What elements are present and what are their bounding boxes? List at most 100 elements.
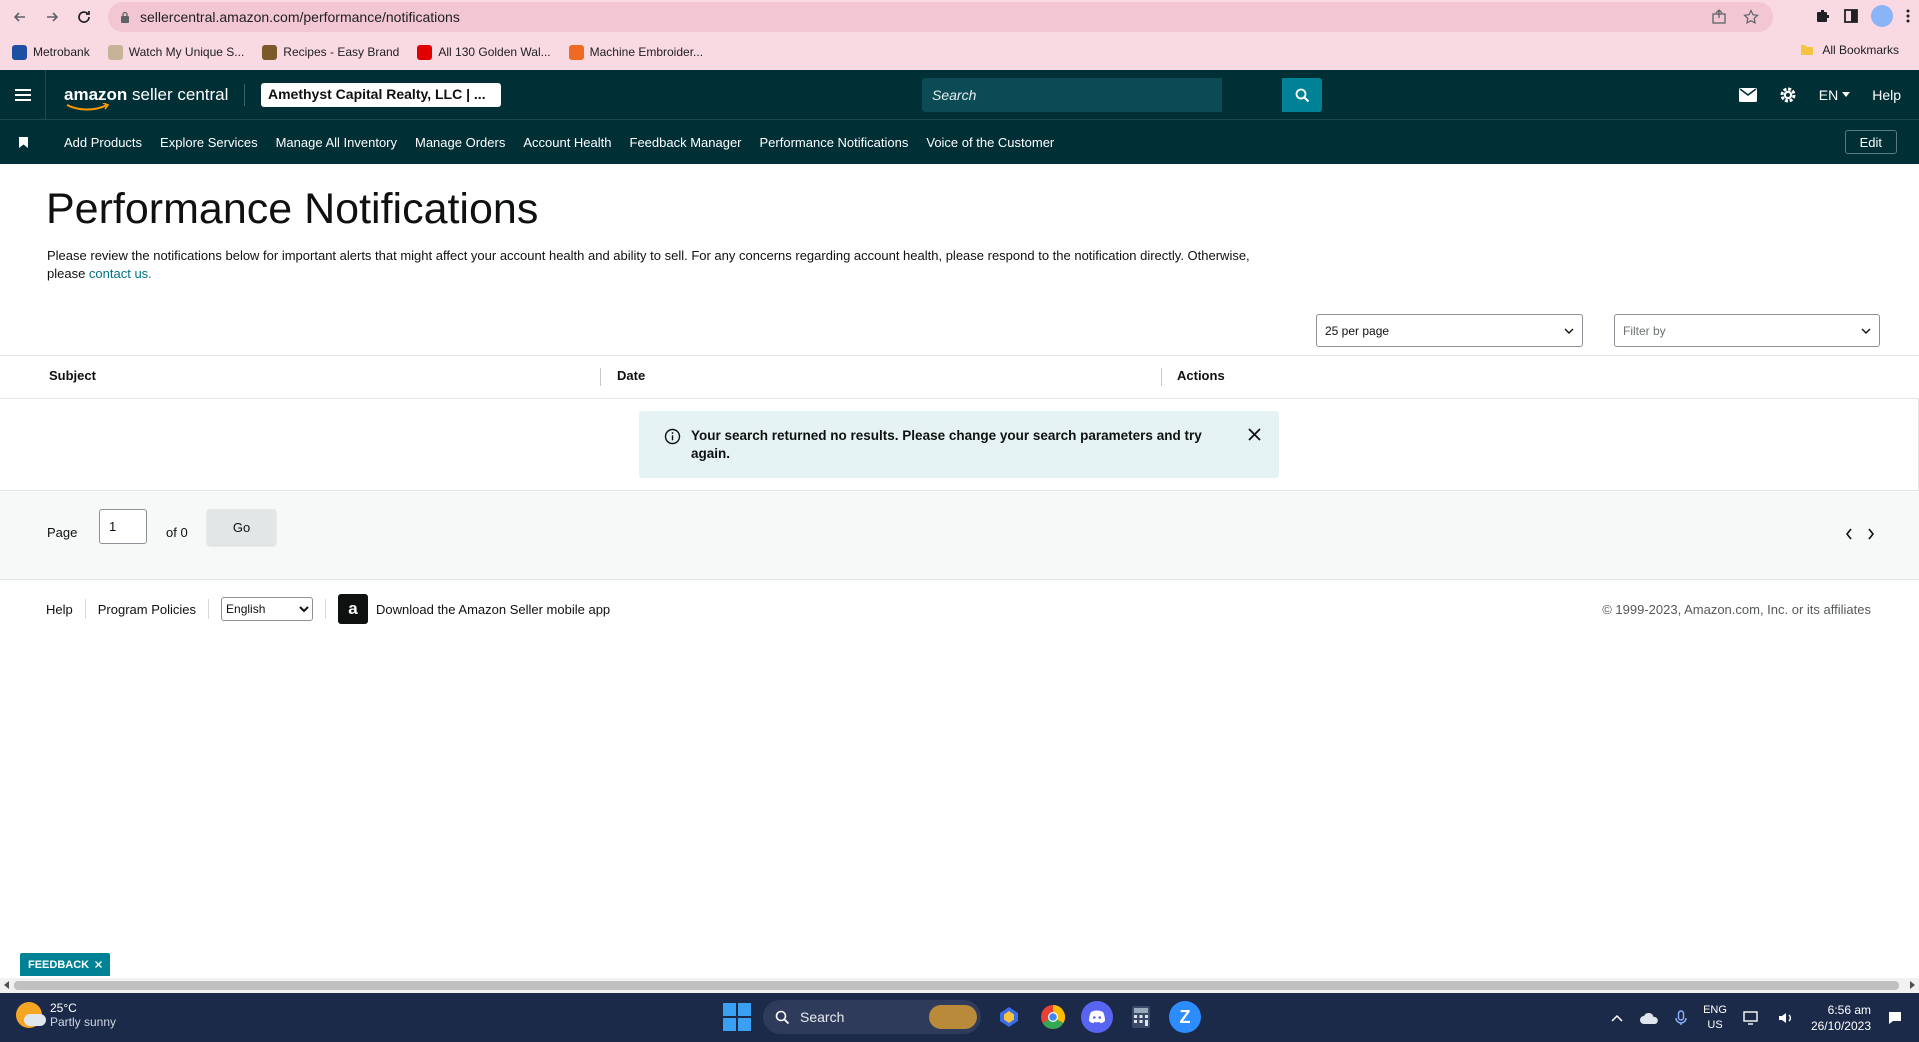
- microphone-icon[interactable]: [1675, 1009, 1687, 1026]
- amazon-seller-central-logo[interactable]: amazon seller central: [64, 85, 228, 110]
- bookmark-icon: [18, 136, 28, 148]
- page-total: of 0: [166, 525, 188, 540]
- feedback-tab[interactable]: FEEDBACK: [20, 953, 111, 976]
- arrow-right-icon: [47, 12, 59, 22]
- chevron-up-icon[interactable]: [1611, 1014, 1623, 1022]
- edit-nav-button[interactable]: Edit: [1844, 130, 1897, 154]
- app-icon-photos[interactable]: [993, 1001, 1025, 1033]
- seller-central-header: amazon seller central Amethyst Capital R…: [0, 70, 1919, 119]
- pagination-bar: Page of 0 Go: [0, 492, 1919, 580]
- search-input[interactable]: [932, 87, 1222, 103]
- youtube-icon: [417, 44, 433, 60]
- scroll-left-arrow-icon[interactable]: [4, 981, 9, 989]
- per-page-select[interactable]: 25 per page: [1316, 314, 1583, 347]
- contact-us-link[interactable]: contact us.: [89, 266, 152, 281]
- search-button[interactable]: [1282, 78, 1322, 112]
- copyright-text: © 1999-2023, Amazon.com, Inc. or its aff…: [1602, 601, 1871, 617]
- hamburger-menu-button[interactable]: [0, 70, 46, 119]
- side-panel-icon[interactable]: [1843, 8, 1859, 24]
- all-bookmarks[interactable]: All Bookmarks: [1800, 43, 1899, 57]
- forward-button[interactable]: [36, 1, 68, 33]
- bookmark-favicon-icon: [262, 44, 278, 60]
- lock-icon: [121, 11, 129, 23]
- onedrive-icon[interactable]: [1639, 1011, 1659, 1025]
- app-icon-discord[interactable]: [1081, 1001, 1113, 1033]
- network-icon[interactable]: [1743, 1010, 1761, 1026]
- chevron-down-icon: [1564, 328, 1574, 334]
- input-language-indicator[interactable]: ENG US: [1703, 1003, 1727, 1033]
- help-link[interactable]: Help: [1872, 87, 1901, 103]
- bookmark-item[interactable]: All 130 Golden Wal...: [417, 44, 551, 60]
- share-icon[interactable]: [1711, 9, 1727, 25]
- profile-avatar[interactable]: [1871, 5, 1893, 27]
- weather-widget[interactable]: 25°C Partly sunny: [16, 1001, 116, 1029]
- scroll-right-arrow-icon[interactable]: [1910, 981, 1915, 989]
- column-date[interactable]: Date: [617, 368, 645, 383]
- volume-icon[interactable]: [1777, 1010, 1795, 1026]
- nav-performance-notifications[interactable]: Performance Notifications: [760, 135, 909, 150]
- windows-taskbar: 25°C Partly sunny Search Z ENG US 6:56 a…: [0, 993, 1919, 1042]
- extensions-icon[interactable]: [1815, 8, 1831, 24]
- nav-voice-of-the-customer[interactable]: Voice of the Customer: [926, 135, 1054, 150]
- page-number-input[interactable]: [99, 509, 147, 544]
- app-download-link[interactable]: Download the Amazon Seller mobile app: [376, 602, 610, 617]
- alert-message: Your search returned no results. Please …: [691, 428, 1202, 461]
- bookmark-item[interactable]: Recipes - Easy Brand: [262, 44, 399, 60]
- close-icon[interactable]: [95, 961, 103, 968]
- app-icon-chrome[interactable]: [1037, 1001, 1069, 1033]
- nav-manage-all-inventory[interactable]: Manage All Inventory: [276, 135, 397, 150]
- search-highlight-icon: [929, 1005, 977, 1029]
- footer-language-select[interactable]: English: [221, 597, 314, 621]
- footer: Help Program Policies English a Download…: [0, 594, 1919, 624]
- bookmark-favicon-icon: [568, 44, 584, 60]
- scrollbar-thumb[interactable]: [14, 981, 1899, 990]
- calculator-icon: [1132, 1006, 1150, 1028]
- system-clock[interactable]: 6:56 am 26/10/2023: [1811, 1002, 1871, 1034]
- kebab-menu-icon[interactable]: [1905, 8, 1911, 24]
- chevron-down-icon: [1861, 328, 1871, 334]
- program-policies-link[interactable]: Program Policies: [98, 602, 196, 617]
- nav-explore-services[interactable]: Explore Services: [160, 135, 258, 150]
- taskbar-search[interactable]: Search: [763, 1000, 981, 1034]
- discord-icon: [1089, 1010, 1105, 1024]
- chevron-right-icon[interactable]: [1867, 528, 1875, 540]
- column-separator: [1161, 368, 1162, 386]
- bookmark-item[interactable]: Watch My Unique S...: [107, 44, 244, 60]
- merchant-account-selector[interactable]: Amethyst Capital Realty, LLC | ...: [261, 83, 501, 107]
- amazon-app-icon[interactable]: a: [338, 594, 369, 624]
- column-subject[interactable]: Subject: [49, 368, 96, 383]
- nav-account-health[interactable]: Account Health: [523, 135, 611, 150]
- arrow-left-icon: [13, 12, 25, 22]
- star-icon[interactable]: [1743, 9, 1759, 25]
- language-selector[interactable]: EN: [1819, 87, 1851, 103]
- zoom-icon: Z: [1179, 1006, 1191, 1027]
- notification-icon[interactable]: [1887, 1010, 1903, 1026]
- app-icon-calculator[interactable]: [1125, 1001, 1157, 1033]
- bookmark-item[interactable]: Metrobank: [12, 44, 90, 60]
- bookmark-favicon-icon: [12, 44, 27, 60]
- filter-select[interactable]: Filter by: [1614, 314, 1880, 347]
- nav-add-products[interactable]: Add Products: [64, 135, 142, 150]
- address-bar[interactable]: sellercentral.amazon.com/performance/not…: [108, 2, 1773, 32]
- chrome-icon: [1041, 1005, 1066, 1030]
- amazon-smile-icon: [66, 102, 110, 110]
- windows-start-icon[interactable]: [723, 1003, 751, 1031]
- chevron-left-icon[interactable]: [1845, 528, 1853, 540]
- go-button[interactable]: Go: [207, 509, 276, 545]
- bookmark-nav-button[interactable]: [0, 136, 46, 148]
- photos-icon: [1000, 1007, 1018, 1027]
- bookmark-item[interactable]: Machine Embroider...: [568, 44, 703, 60]
- footer-help-link[interactable]: Help: [46, 602, 73, 617]
- reload-button[interactable]: [68, 1, 100, 33]
- gear-icon[interactable]: [1779, 86, 1797, 104]
- back-button[interactable]: [4, 1, 36, 33]
- nav-feedback-manager[interactable]: Feedback Manager: [630, 135, 742, 150]
- navigation-bar: Add Products Explore Services Manage All…: [0, 119, 1919, 164]
- mail-icon[interactable]: [1738, 87, 1757, 102]
- nav-manage-orders[interactable]: Manage Orders: [415, 135, 505, 150]
- horizontal-scrollbar[interactable]: [0, 978, 1919, 993]
- app-icon-zoom[interactable]: Z: [1169, 1001, 1201, 1033]
- search-icon: [1295, 88, 1309, 102]
- footer-divider: [325, 599, 327, 619]
- close-icon[interactable]: [1248, 428, 1261, 441]
